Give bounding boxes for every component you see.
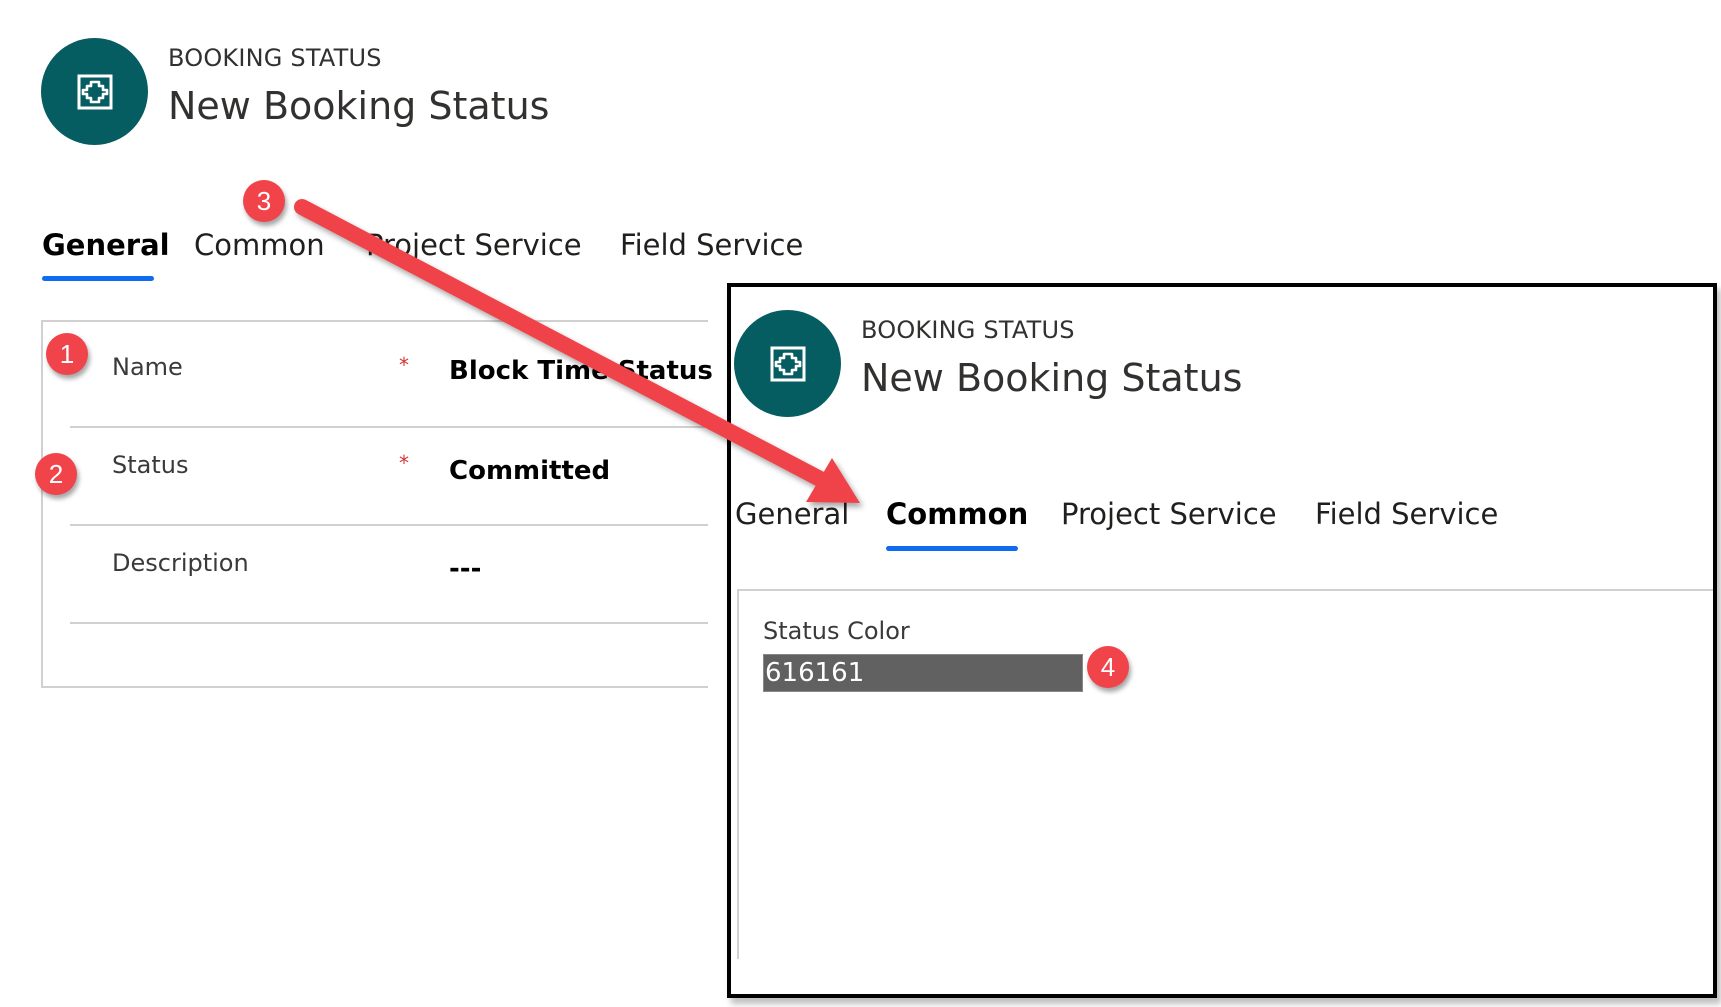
inset-screenshot: BOOKING STATUS New Booking Status Genera… [727,283,1717,998]
tab-project-service[interactable]: Project Service [366,228,582,262]
tab-field-service[interactable]: Field Service [1315,497,1498,531]
tab-project-service[interactable]: Project Service [1061,497,1277,531]
row-divider [70,622,708,624]
entity-type-label: BOOKING STATUS [861,316,1075,344]
active-tab-indicator [886,546,1018,551]
description-label: Description [112,549,249,577]
row-divider [70,524,708,526]
name-input[interactable]: Block Time Status [449,356,713,386]
active-tab-indicator [42,276,154,281]
status-label: Status [112,451,189,479]
tab-field-service[interactable]: Field Service [620,228,803,262]
status-color-label: Status Color [763,617,910,645]
callout-badge-2: 2 [35,453,77,495]
description-input[interactable]: --- [449,554,481,584]
callout-badge-3: 3 [243,180,285,222]
tab-common[interactable]: Common [194,228,325,262]
row-divider [70,426,708,428]
record-title: New Booking Status [168,84,550,128]
callout-badge-4: 4 [1087,646,1129,688]
entity-avatar [41,38,148,145]
tab-common[interactable]: Common [886,497,1028,531]
record-title: New Booking Status [861,356,1243,400]
callout-badge-1: 1 [46,333,88,375]
booking-status-puzzle-icon [770,346,806,382]
tab-general[interactable]: General [735,497,849,531]
name-label: Name [112,353,183,381]
required-indicator: * [399,451,409,475]
required-indicator: * [399,353,409,377]
booking-status-puzzle-icon [77,74,113,110]
status-color-input[interactable]: 616161 [763,654,1083,692]
entity-type-label: BOOKING STATUS [168,44,382,72]
entity-avatar [734,310,841,417]
status-select[interactable]: Committed [449,456,610,486]
tab-general[interactable]: General [42,228,170,262]
